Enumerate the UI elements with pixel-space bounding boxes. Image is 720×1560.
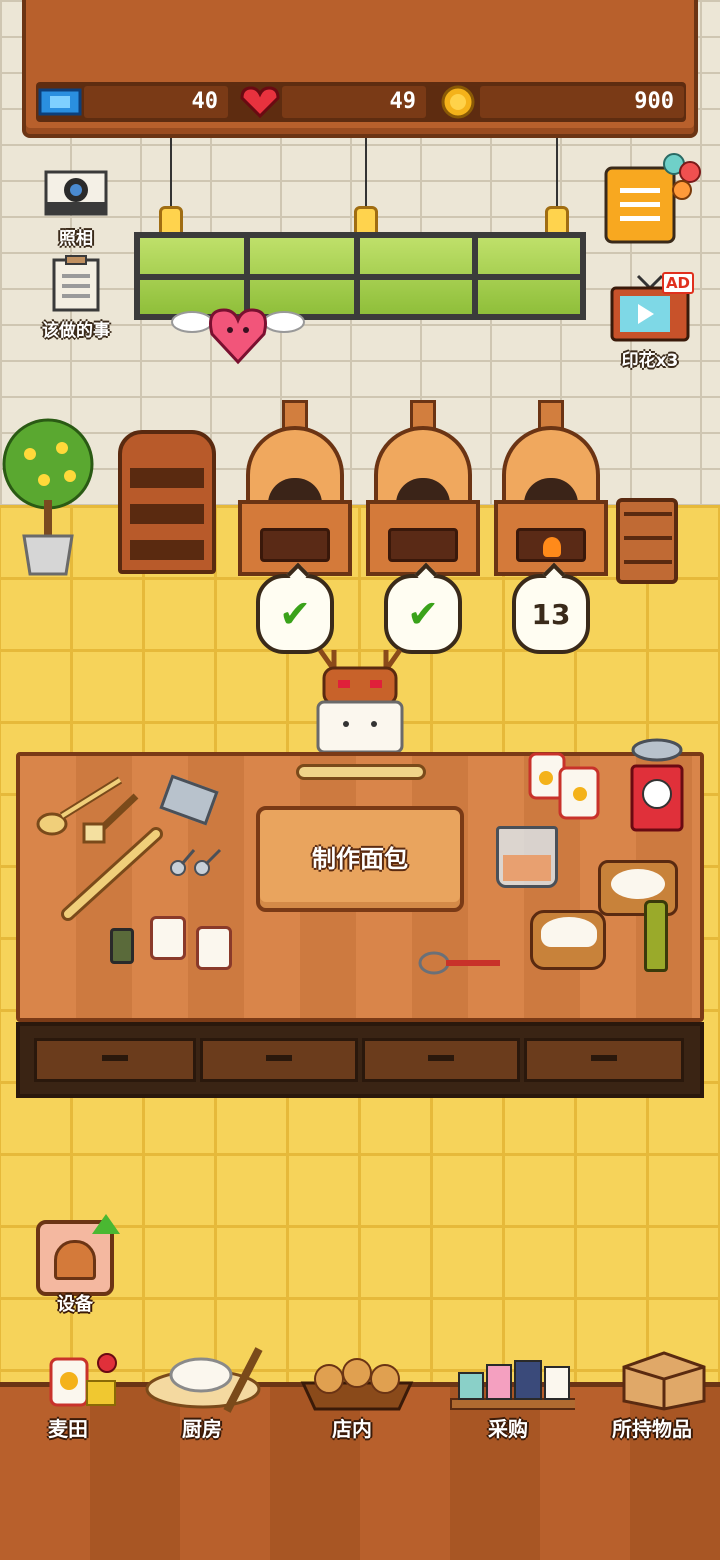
stamps-ad-button[interactable]: AD 印花x3 <box>598 272 702 371</box>
oil-bottle <box>644 900 668 972</box>
equipment-label: 设备 <box>57 1294 93 1315</box>
coin-icon <box>436 84 480 120</box>
baker-character[interactable] <box>310 640 410 754</box>
salt-jar <box>150 916 186 960</box>
nav-shop[interactable]: 店内 <box>284 1345 420 1445</box>
long-rolling-pin <box>60 826 164 922</box>
nav-purchase[interactable]: 采购 <box>440 1345 578 1445</box>
nav-wheat-field[interactable]: 麦田 <box>0 1345 136 1445</box>
todo-label: 该做的事 <box>42 321 110 341</box>
ad-badge: AD <box>661 272 694 294</box>
camera-button[interactable]: 照相 <box>40 164 112 249</box>
ticket-count: 40 <box>84 86 228 118</box>
spice-jar <box>110 928 134 964</box>
todo-button[interactable]: 该做的事 <box>24 254 128 341</box>
nav-label: 厨房 <box>182 1417 222 1441</box>
heart-count: 49 <box>282 86 426 118</box>
oven-1[interactable] <box>238 400 352 576</box>
sugar-jar <box>196 926 232 970</box>
wheat-field-icon <box>49 1353 117 1407</box>
measuring-cup <box>496 826 558 888</box>
oven-2[interactable] <box>366 400 480 576</box>
lamp-wire <box>170 138 172 212</box>
nav-label: 店内 <box>332 1417 372 1441</box>
camera-label: 照相 <box>59 229 93 249</box>
kitchen-icon <box>145 1347 263 1413</box>
flour-bags <box>526 746 606 822</box>
check-icon: ✔ <box>279 592 311 636</box>
winged-heart-mascot[interactable] <box>170 300 306 366</box>
check-icon: ✔ <box>407 592 439 636</box>
flour-bowl <box>530 910 606 970</box>
purchase-icon <box>450 1360 578 1410</box>
firewood-stack <box>616 498 678 584</box>
nav-label: 采购 <box>488 1417 528 1441</box>
clipboard-icon <box>52 255 100 312</box>
bread-rack <box>118 430 216 574</box>
camera-icon <box>44 170 108 216</box>
oven-3[interactable] <box>494 400 608 576</box>
nav-kitchen[interactable]: 厨房 <box>134 1345 270 1445</box>
lamp-wire <box>556 138 558 212</box>
oven-3-timer-bubble[interactable]: 13 <box>512 574 590 654</box>
nav-label: 所持物品 <box>612 1417 692 1441</box>
kitchen-scale <box>626 738 688 834</box>
notice-board-icon <box>604 153 701 244</box>
notice-board-button[interactable] <box>602 150 706 246</box>
equipment-button[interactable]: 设备 <box>36 1214 120 1315</box>
make-bread-button[interactable]: 制作面包 <box>256 806 464 912</box>
oven-timer-value: 13 <box>531 597 571 631</box>
upgrade-arrow-icon <box>92 1214 120 1234</box>
potted-lemon-tree <box>0 410 96 580</box>
nav-label: 麦田 <box>48 1417 88 1441</box>
table-front <box>16 1022 704 1098</box>
measuring-spoons <box>168 846 224 878</box>
rolling-pin <box>296 764 426 780</box>
whisk <box>418 950 504 976</box>
ticket-icon <box>38 84 82 120</box>
nav-inventory[interactable]: 所持物品 <box>584 1345 720 1445</box>
shop-icon <box>300 1358 414 1411</box>
stamps-label: 印花x3 <box>621 351 679 371</box>
heart-icon <box>238 84 282 120</box>
coin-count: 900 <box>480 86 684 118</box>
lamp-wire <box>365 138 367 212</box>
inventory-box-icon <box>622 1351 706 1411</box>
